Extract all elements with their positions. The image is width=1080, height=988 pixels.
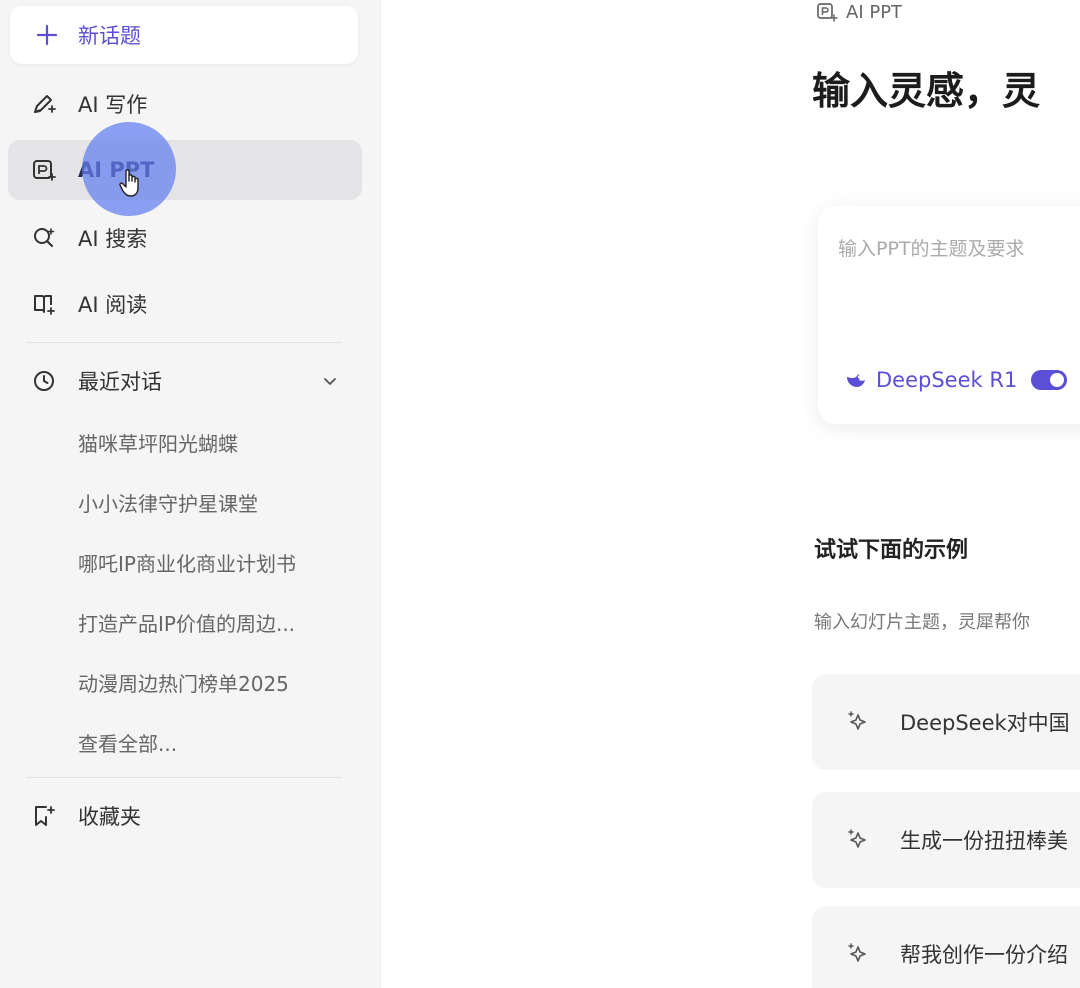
deepseek-logo-icon	[847, 374, 865, 387]
new-topic-label: 新话题	[78, 24, 141, 48]
breadcrumb: AI PPT	[816, 0, 902, 24]
sparkle-icon	[844, 940, 872, 968]
deep-think-toggle[interactable]	[1031, 370, 1068, 390]
bookmark-icon	[30, 802, 58, 830]
sidebar-divider	[26, 342, 342, 343]
sidebar-divider	[26, 777, 342, 778]
sidebar-item-ai-reading[interactable]: AI 阅读	[8, 274, 362, 334]
plus-icon	[34, 22, 60, 48]
example-prompt-text: DeepSeek对中国	[900, 711, 1070, 735]
recent-conversation-item[interactable]: 小小法律守护星课堂	[78, 484, 348, 524]
sidebar-item-label: AI 搜索	[78, 227, 148, 251]
sparkle-icon	[844, 708, 872, 736]
example-prompt[interactable]: DeepSeek对中国	[812, 674, 1080, 770]
ppt-topic-input[interactable]	[836, 232, 1080, 336]
chevron-down-icon[interactable]	[320, 371, 340, 391]
recent-conversation-item[interactable]: 打造产品IP价值的周边...	[78, 604, 348, 644]
app-window: 新话题 AI 写作 AI PPT AI 搜索 AI 阅读 最近对话 猫咪草坪阳光…	[0, 0, 1080, 988]
ppt-icon	[817, 3, 838, 22]
page-title: 输入灵感，灵	[812, 69, 1041, 113]
example-prompt[interactable]: 生成一份扭扭棒美	[812, 792, 1080, 888]
sidebar-item-ai-writing[interactable]: AI 写作	[8, 74, 362, 134]
recent-conversations-title: 最近对话	[78, 370, 162, 394]
example-prompt-text: 帮我创作一份介绍	[900, 943, 1068, 967]
sidebar-item-ai-ppt[interactable]: AI PPT	[8, 140, 362, 200]
sidebar-item-ai-search[interactable]: AI 搜索	[8, 208, 362, 268]
view-all-link[interactable]: 查看全部...	[78, 724, 348, 764]
model-name: DeepSeek R1	[876, 368, 1018, 392]
sidebar-item-label: AI 写作	[78, 93, 148, 117]
examples-title: 试试下面的示例	[814, 538, 969, 563]
pen-sparkle-icon	[30, 90, 58, 118]
example-prompt[interactable]: 帮我创作一份介绍	[812, 906, 1080, 988]
example-prompt-text: 生成一份扭扭棒美	[900, 829, 1068, 853]
recent-conversation-item[interactable]: 动漫周边热门榜单2025	[78, 664, 348, 704]
ppt-icon	[30, 156, 58, 184]
model-selector[interactable]: DeepSeek R1	[844, 368, 1068, 392]
new-topic-button[interactable]: 新话题	[10, 6, 358, 64]
clock-icon	[30, 367, 58, 395]
recent-conversation-item[interactable]: 猫咪草坪阳光蝴蝶	[78, 424, 348, 464]
recent-conversations-header[interactable]: 最近对话	[8, 352, 362, 410]
search-icon	[30, 224, 58, 252]
sidebar-item-label: 收藏夹	[78, 805, 141, 829]
book-icon	[30, 290, 58, 318]
sidebar-item-label: AI 阅读	[78, 293, 148, 317]
sidebar-item-label: AI PPT	[78, 158, 155, 182]
sidebar: 新话题 AI 写作 AI PPT AI 搜索 AI 阅读 最近对话 猫咪草坪阳光…	[0, 0, 381, 988]
recent-conversation-item[interactable]: 哪吒IP商业化商业计划书	[78, 544, 348, 584]
sidebar-item-favorites[interactable]: 收藏夹	[8, 786, 362, 846]
breadcrumb-label: AI PPT	[846, 1, 903, 23]
examples-description: 输入幻灯片主题，灵犀帮你	[814, 612, 1030, 633]
main-content: AI PPT 输入灵感，灵 DeepSeek R1 试试下面的示例 输入幻灯片主…	[380, 0, 1080, 988]
prompt-input-card: DeepSeek R1	[818, 206, 1080, 424]
sparkle-icon	[844, 826, 872, 854]
